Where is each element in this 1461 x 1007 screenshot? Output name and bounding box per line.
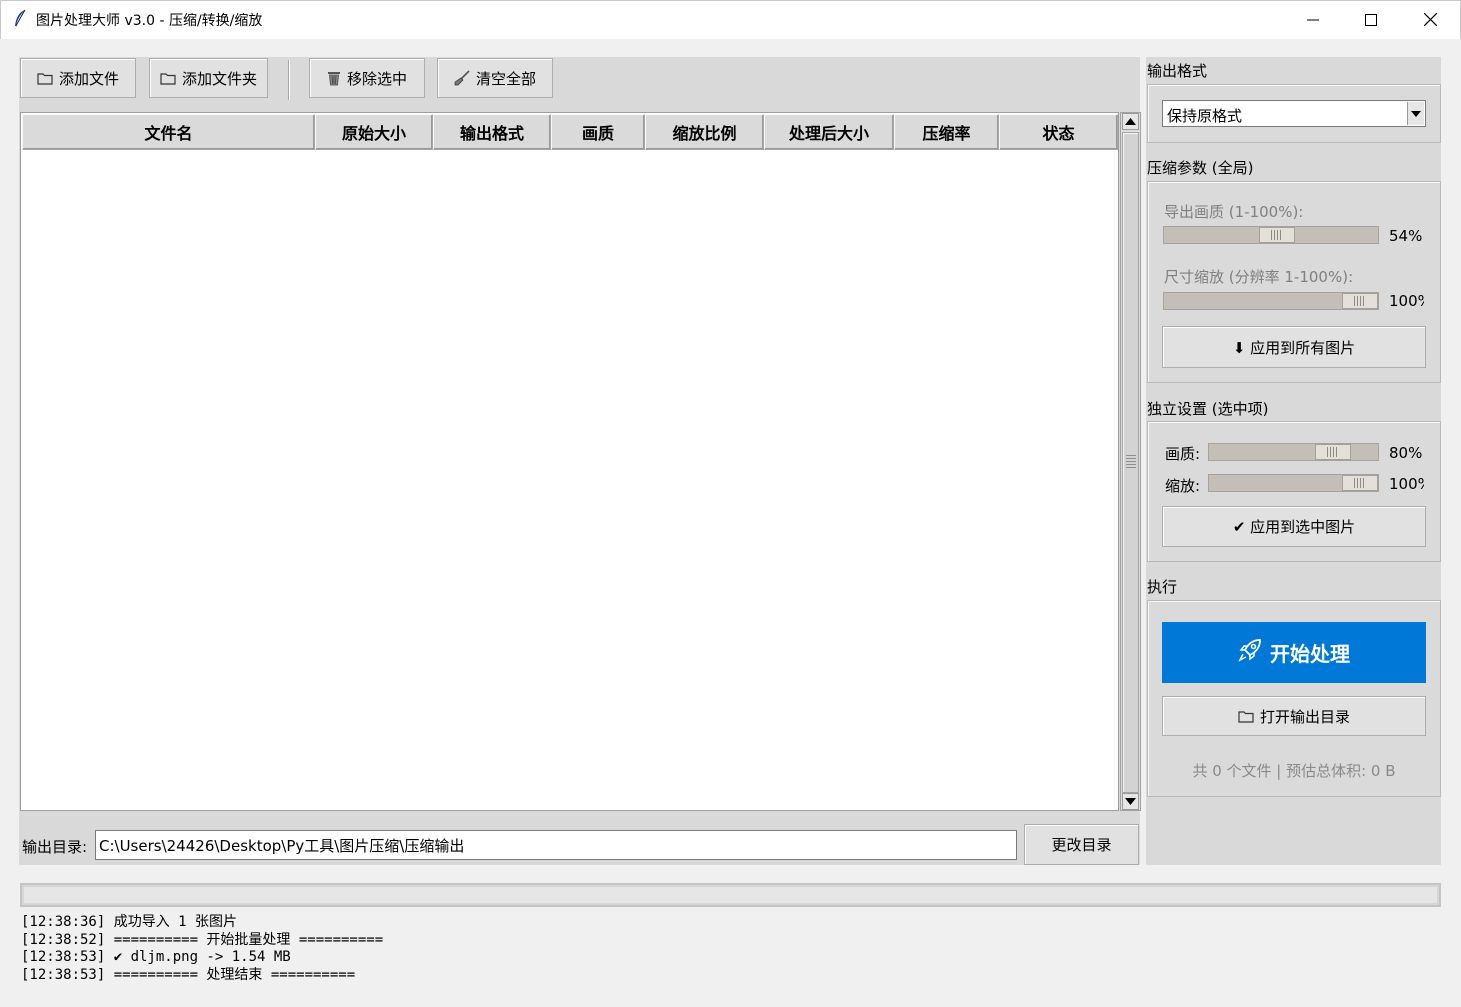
global-scale-value: 100% — [1389, 292, 1424, 310]
file-summary: 共 0 个文件 | 预估总体积: 0 B — [1192, 762, 1396, 780]
individual-scale-label: 缩放: — [1165, 477, 1201, 495]
window-title: 图片处理大师 v3.0 - 压缩/转换/缩放 — [36, 13, 263, 29]
individual-quality-slider[interactable] — [1208, 443, 1379, 461]
quality-label: 导出画质 (1-100%): — [1164, 203, 1304, 221]
maximize-icon — [1365, 13, 1377, 26]
apply-all-label: ⬇ 应用到所有图片 — [1232, 338, 1356, 357]
maximize-button[interactable] — [1342, 0, 1400, 39]
add-folder-button[interactable]: 添加文件夹 — [149, 58, 268, 98]
apply-all-button[interactable]: ⬇ 应用到所有图片 — [1162, 326, 1426, 368]
slider-thumb[interactable] — [1259, 227, 1295, 243]
trash-icon — [327, 70, 341, 86]
table-scrollbar[interactable] — [1120, 112, 1141, 811]
scrollbar-thumb[interactable] — [1122, 132, 1139, 793]
log-line: [12:38:53] ========== 处理结束 ========== — [21, 966, 356, 983]
log-line: [12:38:53] ✔ dljm.png -> 1.54 MB — [21, 949, 291, 965]
column-header-processed-size[interactable]: 处理后大小 — [764, 114, 894, 150]
individual-quality-label: 画质: — [1165, 445, 1201, 463]
broom-icon — [454, 70, 470, 86]
column-header-original-size[interactable]: 原始大小 — [315, 114, 433, 150]
format-section-title: 输出格式 — [1147, 62, 1208, 80]
add-file-label: 添加文件 — [58, 69, 119, 88]
slider-thumb[interactable] — [1342, 293, 1378, 309]
close-button[interactable] — [1401, 0, 1459, 39]
clear-all-button[interactable]: 清空全部 — [437, 58, 553, 98]
global-params-title: 压缩参数 (全局) — [1147, 159, 1254, 177]
progress-bar — [20, 883, 1441, 907]
slider-thumb[interactable] — [1315, 444, 1351, 460]
apply-selected-button[interactable]: ✔ 应用到选中图片 — [1162, 506, 1426, 547]
column-header-quality[interactable]: 画质 — [551, 114, 645, 150]
change-dir-label: 更改目录 — [1051, 836, 1112, 854]
slider-thumb[interactable] — [1342, 475, 1378, 491]
close-icon — [1423, 13, 1437, 26]
remove-selected-button[interactable]: 移除选中 — [309, 58, 425, 98]
folder-icon — [1238, 710, 1254, 723]
global-quality-value: 54% — [1389, 227, 1423, 245]
add-folder-label: 添加文件夹 — [181, 69, 257, 88]
output-dir-input[interactable] — [95, 830, 1017, 860]
add-file-button[interactable]: 添加文件 — [20, 58, 136, 98]
column-header-output-format[interactable]: 输出格式 — [433, 114, 551, 150]
output-dir-label: 输出目录: — [22, 838, 88, 856]
grip-icon — [1126, 455, 1136, 469]
execute-section-title: 执行 — [1147, 578, 1178, 596]
global-scale-slider[interactable] — [1163, 292, 1379, 310]
log-output[interactable]: [12:38:36] 成功导入 1 张图片 [12:38:52] =======… — [21, 914, 1441, 1004]
start-processing-button[interactable]: 开始处理 — [1162, 622, 1426, 683]
column-header-scale[interactable]: 缩放比例 — [645, 114, 764, 150]
rocket-icon — [1238, 638, 1262, 667]
log-line: [12:38:36] 成功导入 1 张图片 — [21, 914, 238, 930]
remove-selected-label: 移除选中 — [346, 69, 407, 88]
scroll-up-arrow-icon[interactable] — [1122, 113, 1139, 130]
global-quality-slider[interactable] — [1163, 226, 1379, 244]
individual-quality-value: 80% — [1389, 444, 1423, 462]
open-output-dir-label: 打开输出目录 — [1259, 707, 1350, 726]
minimize-icon — [1307, 19, 1319, 20]
column-header-filename[interactable]: 文件名 — [22, 114, 315, 150]
toolbar-separator — [288, 60, 290, 100]
individual-settings-title: 独立设置 (选中项) — [1147, 400, 1269, 418]
individual-scale-value: 100% — [1389, 475, 1424, 493]
individual-scale-slider[interactable] — [1208, 474, 1379, 492]
folder-icon — [160, 72, 176, 85]
table-header: 文件名 原始大小 输出格式 画质 缩放比例 处理后大小 压缩率 状态 — [22, 114, 1118, 150]
open-output-dir-button[interactable]: 打开输出目录 — [1162, 696, 1426, 736]
format-select[interactable]: 保持原格式 — [1162, 100, 1426, 127]
change-dir-button[interactable]: 更改目录 — [1024, 824, 1139, 865]
feather-icon — [12, 9, 28, 29]
chevron-down-icon[interactable] — [1407, 102, 1424, 125]
apply-selected-label: ✔ 应用到选中图片 — [1232, 518, 1356, 536]
column-header-compression-rate[interactable]: 压缩率 — [894, 114, 999, 150]
start-processing-label: 开始处理 — [1270, 642, 1350, 666]
clear-all-label: 清空全部 — [475, 69, 536, 88]
file-table[interactable] — [20, 112, 1119, 811]
folder-icon — [37, 72, 53, 85]
column-header-status[interactable]: 状态 — [999, 114, 1118, 150]
format-select-value: 保持原格式 — [1167, 107, 1243, 125]
scroll-down-arrow-icon[interactable] — [1122, 793, 1139, 810]
log-line: [12:38:52] ========== 开始批量处理 ========== — [21, 931, 384, 948]
minimize-button[interactable] — [1284, 0, 1342, 39]
scale-label: 尺寸缩放 (分辨率 1-100%): — [1164, 268, 1354, 286]
